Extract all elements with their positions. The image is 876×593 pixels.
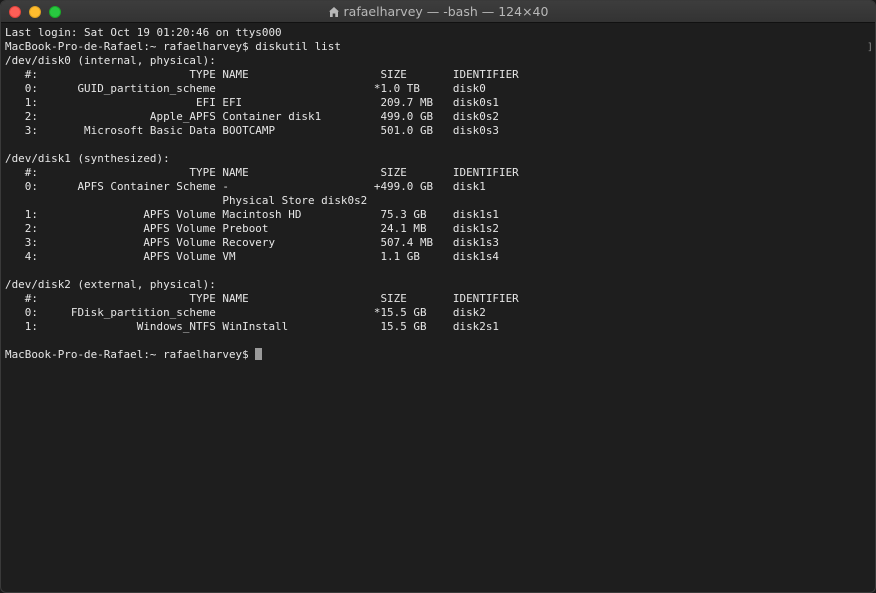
terminal-line: #: TYPE NAME SIZE IDENTIFIER <box>5 166 519 179</box>
terminal-window: rafaelharvey — -bash — 124×40 Last login… <box>0 0 876 593</box>
window-title-container: rafaelharvey — -bash — 124×40 <box>1 1 875 23</box>
terminal-output[interactable]: Last login: Sat Oct 19 01:20:46 on ttys0… <box>5 26 865 592</box>
title-bar[interactable]: rafaelharvey — -bash — 124×40 <box>1 1 875 23</box>
terminal-line: 3: Microsoft Basic Data BOOTCAMP 501.0 G… <box>5 124 500 137</box>
terminal-line: #: TYPE NAME SIZE IDENTIFIER <box>5 292 519 305</box>
terminal-line: #: TYPE NAME SIZE IDENTIFIER <box>5 68 519 81</box>
text-cursor <box>255 348 263 360</box>
terminal-line: Physical Store disk0s2 <box>5 194 368 207</box>
shell-prompt: MacBook-Pro-de-Rafael:~ rafaelharvey$ <box>5 348 256 361</box>
scroll-marker: ] <box>866 42 873 53</box>
home-icon <box>328 7 339 17</box>
terminal-line: MacBook-Pro-de-Rafael:~ rafaelharvey$ di… <box>5 40 341 53</box>
terminal-line: /dev/disk0 (internal, physical): <box>5 54 216 67</box>
terminal-line: 1: APFS Volume Macintosh HD 75.3 GB disk… <box>5 208 500 221</box>
window-title: rafaelharvey — -bash — 124×40 <box>343 4 549 19</box>
terminal-line: 2: APFS Volume Preboot 24.1 MB disk1s2 <box>5 222 500 235</box>
terminal-line: /dev/disk1 (synthesized): <box>5 152 170 165</box>
terminal-line: 4: APFS Volume VM 1.1 GB disk1s4 <box>5 250 500 263</box>
terminal-line: 1: Windows_NTFS WinInstall 15.5 GB disk2… <box>5 320 500 333</box>
terminal-line: Last login: Sat Oct 19 01:20:46 on ttys0… <box>5 26 282 39</box>
terminal-line: 1: EFI EFI 209.7 MB disk0s1 <box>5 96 500 109</box>
terminal-line: 0: FDisk_partition_scheme *15.5 GB disk2 <box>5 306 486 319</box>
terminal-line: 2: Apple_APFS Container disk1 499.0 GB d… <box>5 110 500 123</box>
terminal-line: 3: APFS Volume Recovery 507.4 MB disk1s3 <box>5 236 500 249</box>
prompt-line[interactable]: MacBook-Pro-de-Rafael:~ rafaelharvey$ <box>5 348 865 362</box>
terminal-line: 0: APFS Container Scheme - +499.0 GB dis… <box>5 180 486 193</box>
terminal-line: /dev/disk2 (external, physical): <box>5 278 216 291</box>
terminal-line: 0: GUID_partition_scheme *1.0 TB disk0 <box>5 82 486 95</box>
